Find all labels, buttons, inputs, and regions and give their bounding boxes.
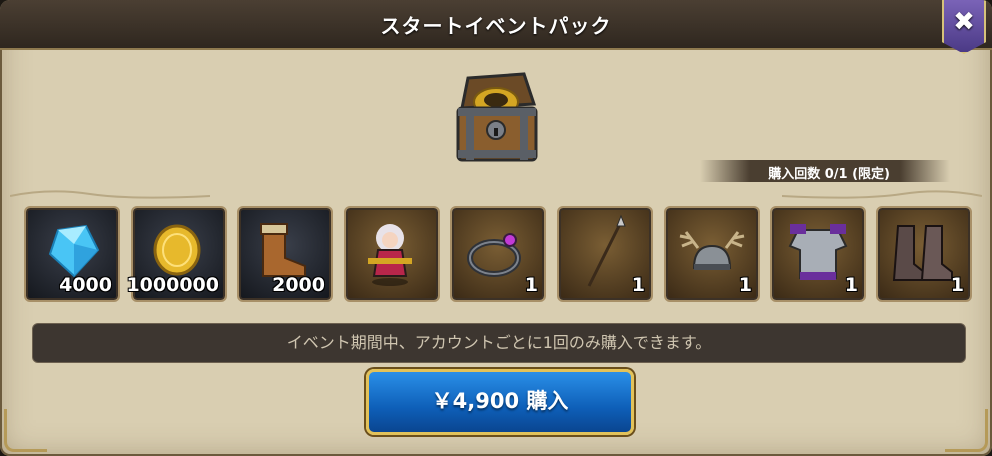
divider-ornament <box>10 190 210 199</box>
reward-item-helmet[interactable]: 1 <box>664 206 760 302</box>
hero-character-icon <box>368 224 412 286</box>
item-quantity: 4000 <box>59 274 112 296</box>
close-icon: ✖ <box>953 7 975 37</box>
item-quantity: 1 <box>738 274 752 296</box>
dialog-title: スタートイベントパック <box>380 14 612 38</box>
reward-item-ring[interactable]: 1 <box>450 206 546 302</box>
divider-ornament <box>782 190 982 199</box>
event-pack-dialog: スタートイベントパック ✖ 購入回数 0/1 (限定) 4000 1000000… <box>0 0 992 456</box>
reward-item-gold[interactable]: 1000000 <box>126 206 227 302</box>
reward-item-spear[interactable]: 1 <box>557 206 653 302</box>
treasure-chest-icon <box>456 72 538 162</box>
reward-item-boots[interactable]: 2000 <box>237 206 333 302</box>
purchase-notice: イベント期間中、アカウントごとに1回のみ購入できます。 <box>32 323 966 363</box>
reward-item-diamond[interactable]: 4000 <box>24 206 120 302</box>
item-quantity: 1000000 <box>126 274 219 296</box>
purchase-count-label: 購入回数 0/1 (限定) <box>768 167 890 182</box>
item-quantity: 1 <box>631 274 645 296</box>
item-quantity: 1 <box>950 274 964 296</box>
reward-item-greaves[interactable]: 1 <box>876 206 972 302</box>
corner-ornament <box>945 409 988 452</box>
reward-item-hero[interactable] <box>344 206 440 302</box>
purchase-count-bar: 購入回数 0/1 (限定) <box>700 160 950 182</box>
buy-button[interactable]: ￥4,900 購入 <box>366 369 634 435</box>
item-quantity: 1 <box>524 274 538 296</box>
item-quantity: 2000 <box>272 274 325 296</box>
notice-text: イベント期間中、アカウントごとに1回のみ購入できます。 <box>286 333 712 352</box>
corner-ornament <box>4 409 47 452</box>
buy-button-label: ￥4,900 購入 <box>431 389 569 413</box>
item-quantity: 1 <box>844 274 858 296</box>
reward-item-armor[interactable]: 1 <box>770 206 866 302</box>
dialog-header: スタートイベントパック <box>0 0 992 50</box>
